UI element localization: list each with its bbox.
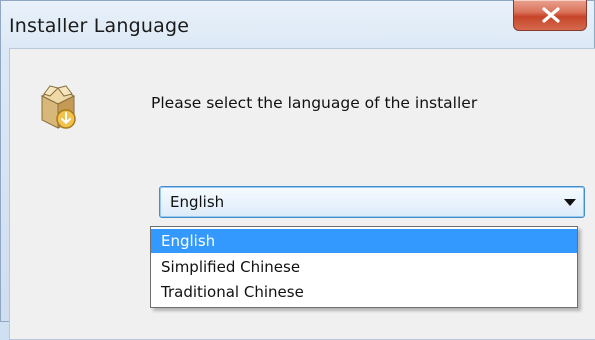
option-english[interactable]: English: [151, 229, 577, 253]
installer-language-window: Installer Language Please select the lan…: [0, 0, 595, 340]
option-simplified-chinese[interactable]: Simplified Chinese: [151, 255, 577, 279]
installer-box-icon: [40, 85, 76, 129]
language-dropdown-list: English Simplified Chinese Traditional C…: [150, 226, 578, 308]
title-bar[interactable]: Installer Language: [1, 0, 594, 47]
close-icon: [542, 7, 560, 23]
chevron-down-icon: [564, 199, 576, 206]
language-select-value: English: [170, 193, 225, 211]
prompt-text: Please select the language of the instal…: [151, 94, 478, 112]
language-select[interactable]: English: [159, 186, 585, 218]
window-title: Installer Language: [9, 15, 190, 37]
close-button[interactable]: [513, 0, 587, 31]
option-traditional-chinese[interactable]: Traditional Chinese: [151, 280, 577, 304]
